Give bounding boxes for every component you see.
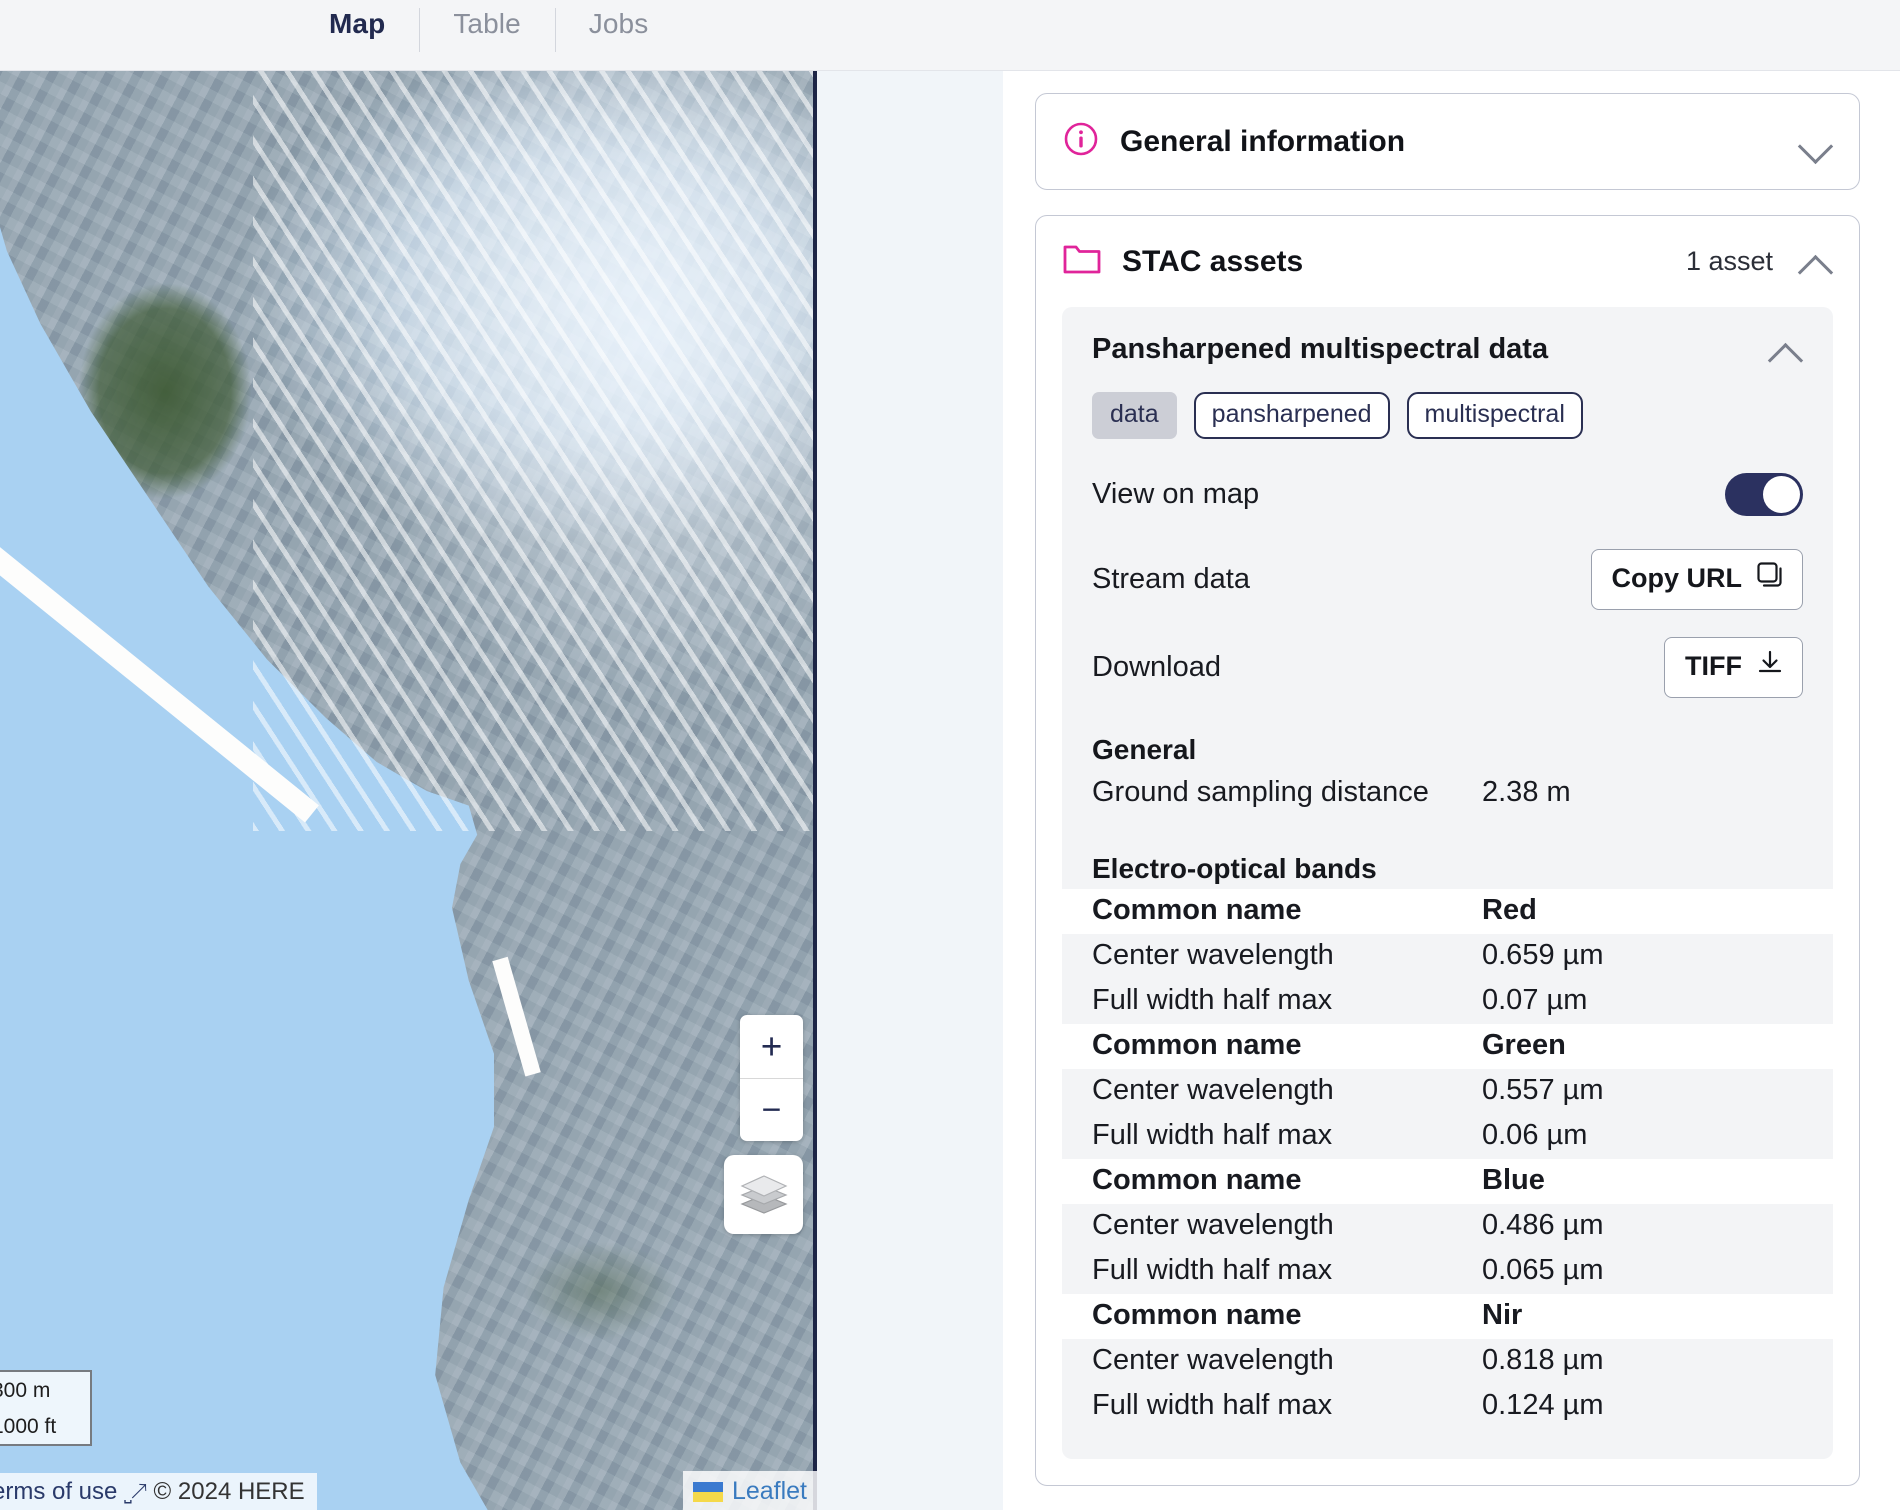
general-information-card: General information <box>1035 93 1860 190</box>
asset-title: Pansharpened multispectral data <box>1092 333 1549 365</box>
map-layers-button[interactable] <box>724 1155 803 1234</box>
eo-bands-heading: Electro-optical bands <box>1092 853 1377 884</box>
gsd-value: 2.38 m <box>1482 776 1571 808</box>
ukraine-flag-icon <box>692 1481 723 1502</box>
chip-data[interactable]: data <box>1092 392 1177 439</box>
band-center-key: Center wavelength <box>1092 1344 1334 1376</box>
leaflet-label: Leaflet <box>731 1477 807 1505</box>
band-center-value: 0.557 µm <box>1482 1074 1604 1106</box>
view-on-map-toggle[interactable] <box>1725 472 1803 516</box>
band-name-value: Blue <box>1482 1164 1545 1196</box>
tab-table[interactable]: Table <box>419 0 554 62</box>
band-center-key: Center wavelength <box>1092 1209 1334 1241</box>
table-row: Common name Nir <box>1062 1294 1833 1339</box>
zoom-in-button[interactable]: + <box>740 1015 803 1078</box>
stream-data-row: Stream data Copy URL <box>1092 549 1803 610</box>
band-center-key: Center wavelength <box>1092 1074 1334 1106</box>
view-on-map-row: View on map <box>1092 466 1803 522</box>
table-row: Common name Green <box>1062 1024 1833 1069</box>
map-canvas[interactable]: 300 m 1000 ft erms of use ⎵↗ © 2024 HERE <box>0 71 817 1510</box>
external-link-icon: ⎵↗ <box>124 1483 147 1504</box>
download-row: Download TIFF <box>1092 637 1803 698</box>
asset-role-chips: data pansharpened multispectral <box>1092 392 1803 439</box>
map-zoom-control[interactable]: + − <box>740 1015 803 1141</box>
band-name-key: Common name <box>1092 1299 1302 1331</box>
table-row: Center wavelength 0.486 µm <box>1062 1204 1833 1249</box>
download-label: Download <box>1092 651 1221 683</box>
tab-jobs[interactable]: Jobs <box>554 0 683 62</box>
band-fwhm-value: 0.06 µm <box>1482 1119 1588 1151</box>
band-name-key: Common name <box>1092 894 1302 926</box>
download-format-label: TIFF <box>1685 651 1742 681</box>
scale-imperial: 1000 ft <box>0 1408 92 1446</box>
attribution-copyright: © 2024 HERE <box>153 1478 305 1505</box>
general-section-heading: General <box>1092 734 1197 765</box>
table-row: Full width half max 0.124 µm <box>1062 1384 1833 1429</box>
view-on-map-label: View on map <box>1092 477 1260 510</box>
table-row: Full width half max 0.06 µm <box>1062 1114 1833 1159</box>
gsd-key: Ground sampling distance <box>1092 776 1429 808</box>
band-center-key: Center wavelength <box>1092 939 1334 971</box>
leaflet-attribution[interactable]: Leaflet <box>682 1471 817 1510</box>
chip-pansharpened[interactable]: pansharpened <box>1193 392 1390 439</box>
chip-multispectral[interactable]: multispectral <box>1406 392 1583 439</box>
band-fwhm-key: Full width half max <box>1092 1254 1333 1286</box>
layers-stack-icon <box>739 1169 789 1220</box>
band-center-value: 0.486 µm <box>1482 1209 1604 1241</box>
toggle-knob <box>1763 475 1800 513</box>
download-icon <box>1756 649 1784 684</box>
map-attribution: erms of use ⎵↗ © 2024 HERE <box>0 1473 317 1510</box>
band-name-value: Red <box>1482 894 1537 926</box>
band-fwhm-key: Full width half max <box>1092 1119 1333 1151</box>
table-row: Common name Blue <box>1062 1159 1833 1204</box>
stac-assets-header[interactable]: STAC assets 1 asset <box>1036 216 1859 307</box>
general-information-header[interactable]: General information <box>1036 94 1859 189</box>
table-row: Center wavelength 0.659 µm <box>1062 934 1833 979</box>
general-information-title: General information <box>1120 124 1406 158</box>
table-row: Full width half max 0.07 µm <box>1062 979 1833 1024</box>
band-fwhm-value: 0.07 µm <box>1482 984 1588 1016</box>
map-background <box>817 71 1003 1510</box>
table-row: Full width half max 0.065 µm <box>1062 1249 1833 1294</box>
view-tab-bar: Map Table Jobs <box>0 0 1900 71</box>
folder-icon <box>1062 242 1102 281</box>
stac-assets-title: STAC assets <box>1122 244 1304 278</box>
asset-panel: Pansharpened multispectral data data pan… <box>1062 307 1833 1459</box>
map-panel[interactable]: 300 m 1000 ft erms of use ⎵↗ © 2024 HERE… <box>0 71 1003 1510</box>
band-fwhm-value: 0.065 µm <box>1482 1254 1604 1286</box>
band-fwhm-key: Full width half max <box>1092 984 1333 1016</box>
band-name-key: Common name <box>1092 1164 1302 1196</box>
band-center-value: 0.659 µm <box>1482 939 1604 971</box>
terms-of-use-link[interactable]: erms of use <box>0 1478 117 1505</box>
detail-sidebar: General information STAC assets 1 asset … <box>1003 71 1900 1510</box>
band-name-value: Nir <box>1482 1299 1523 1331</box>
scale-metric: 300 m <box>0 1370 92 1408</box>
chevron-up-icon[interactable] <box>1799 252 1833 272</box>
band-center-value: 0.818 µm <box>1482 1344 1604 1376</box>
asset-chevron-up-icon[interactable] <box>1769 340 1803 360</box>
copy-icon <box>1756 561 1784 596</box>
eo-bands-table: Common name Red Center wavelength 0.659 … <box>1062 889 1833 1429</box>
copy-url-label: Copy URL <box>1611 563 1743 593</box>
band-fwhm-key: Full width half max <box>1092 1389 1333 1421</box>
stream-data-label: Stream data <box>1092 563 1250 595</box>
map-scale-control: 300 m 1000 ft <box>0 1370 92 1446</box>
download-tiff-button[interactable]: TIFF <box>1664 637 1803 698</box>
band-fwhm-value: 0.124 µm <box>1482 1389 1604 1421</box>
table-row: Center wavelength 0.557 µm <box>1062 1069 1833 1114</box>
table-row: Common name Red <box>1062 889 1833 934</box>
ground-sampling-distance-row: Ground sampling distance 2.38 m <box>1092 772 1803 815</box>
stac-assets-card: STAC assets 1 asset Pansharpened multisp… <box>1035 215 1860 1486</box>
tab-map[interactable]: Map <box>295 0 419 62</box>
stac-asset-count: 1 asset <box>1685 246 1773 276</box>
band-name-key: Common name <box>1092 1029 1302 1061</box>
table-row: Center wavelength 0.818 µm <box>1062 1339 1833 1384</box>
asset-header[interactable]: Pansharpened multispectral data <box>1092 333 1803 366</box>
band-name-value: Green <box>1482 1029 1566 1061</box>
copy-url-button[interactable]: Copy URL <box>1590 549 1803 610</box>
info-circle-icon <box>1062 120 1100 163</box>
chevron-down-icon[interactable] <box>1799 132 1833 152</box>
zoom-out-button[interactable]: − <box>740 1078 803 1141</box>
